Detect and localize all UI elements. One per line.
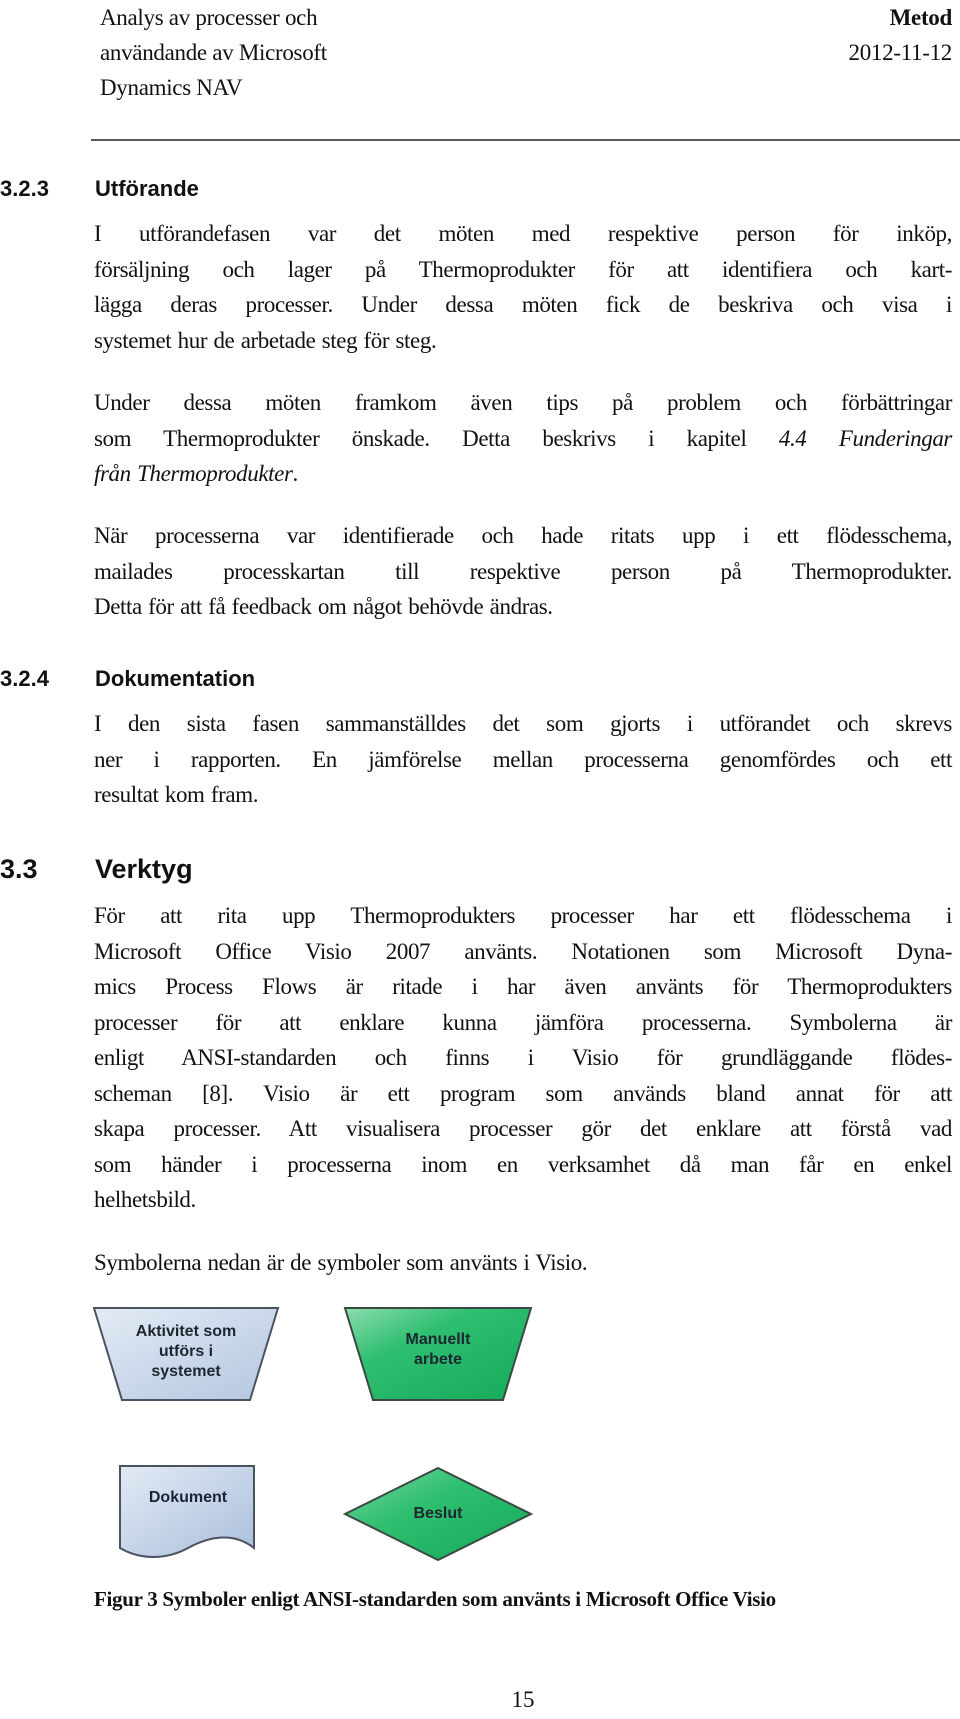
paragraph-utforande-1: I utförandefasen var det möten med respe… [94,216,952,358]
section-title: Utförande [95,176,199,201]
document-title-line: Dynamics NAV [100,75,243,100]
text-line: När processerna var identifierade och ha… [94,523,952,548]
header-meta: Metod 2012-11-12 [848,0,953,70]
manual-work-symbol: Manuellt arbete [343,1306,533,1402]
text-segment: som Thermoprodukter önskade. Detta beskr… [94,425,779,451]
decision-symbol: Beslut [343,1466,533,1562]
ansi-symbols-figure: Aktivitet som utförs i systemet Manuellt… [90,1300,570,1590]
text-line: resultat kom fram. [94,782,259,807]
paragraph-verktyg-2: Symbolerna nedan är de symboler som anvä… [94,1245,952,1281]
section-heading-3-2-4: 3.2.4 Dokumentation [0,666,255,692]
symbol-label: Dokument [118,1488,258,1508]
figure-caption: Figur 3 Symboler enligt ANSI-standarden … [94,1587,776,1611]
document-title: Analys av processer och användande av Mi… [100,0,327,105]
symbol-label-line: Manuellt [405,1331,471,1348]
symbol-label: Manuellt arbete [343,1330,533,1370]
text-line: från Thermoprodukter. [94,456,952,492]
symbol-label-line: Aktivitet som [135,1323,237,1340]
paragraph-utforande-2: Under dessa möten framkom även tips på p… [94,385,952,492]
text-line: helhetsbild. [94,1187,196,1212]
text-line: som händer i processerna inom en verksam… [94,1151,952,1177]
document-title-line: användande av Microsoft [100,40,327,65]
symbol-label: Beslut [343,1504,533,1524]
text-line: mics Process Flows är ritade i har även … [94,974,952,999]
section-heading-3-2-3: 3.2.3 Utförande [0,176,199,202]
text-line: enligt ANSI-standarden och finns i Visio… [94,1045,952,1070]
text-line: lägga deras processer. Under dessa möten… [94,292,952,317]
text-line: I den sista fasen sammanställdes det som… [94,711,952,736]
text-line: Under dessa möten framkom även tips på p… [94,390,952,415]
chapter-reference-cont: från Thermoprodukter [94,461,293,486]
text-line: skapa processer. Att visualisera process… [94,1116,952,1141]
document-shape [119,1465,255,1558]
paragraph-verktyg-1: För att rita upp Thermoprodukters proces… [94,898,952,1218]
chapter-reference: 4.4 Funderingar [778,425,953,451]
text-line: Symbolerna nedan är de symboler som anvä… [94,1250,588,1275]
text-line: Detta för att få feedback om något behöv… [94,594,553,619]
document-date: 2012-11-12 [848,40,953,65]
text-segment: . [292,461,299,486]
symbol-label-line: systemet [151,1363,221,1380]
section-number: 3.3 [0,854,38,884]
text-line: systemet hur de arbetade steg för steg. [94,327,437,353]
text-line: scheman [8]. Visio är ett program som an… [94,1080,952,1106]
system-activity-symbol: Aktivitet som utförs i systemet [92,1306,280,1402]
section-number: 3.2.3 [0,176,49,201]
text-line: som Thermoprodukter önskade. Detta beskr… [94,421,952,457]
section-title: Dokumentation [95,666,256,691]
chapter-name: Metod [889,5,953,30]
page-header: Analys av processer och användande av Mi… [100,0,952,140]
symbol-label-line: utförs i [158,1343,214,1360]
header-divider [91,139,960,141]
section-heading-3-3: 3.3 Verktyg [0,854,193,885]
text-line: Microsoft Office Visio 2007 använts. Not… [94,938,952,964]
text-line: försäljning och lager på Thermoprodukter… [94,256,952,282]
text-line: För att rita upp Thermoprodukters proces… [94,903,952,928]
document-title-line: Analys av processer och [100,5,318,30]
paragraph-utforande-3: När processerna var identifierade och ha… [94,518,952,625]
section-number: 3.2.4 [0,666,49,691]
page-number: 15 [511,1687,535,1712]
symbol-label-line: Beslut [413,1505,463,1522]
symbol-label-line: arbete [413,1351,463,1368]
text-line: ner i rapporten. En jämförelse mellan pr… [94,746,952,772]
symbol-label-line: Dokument [148,1489,228,1506]
text-line: processer för att enklare kunna jämföra … [94,1009,952,1035]
document-symbol: Dokument [118,1464,258,1562]
text-line: mailades processkartan till respektive p… [94,558,952,584]
section-title: Verktyg [95,854,193,884]
text-line: I utförandefasen var det möten med respe… [94,221,952,246]
symbol-label: Aktivitet som utförs i systemet [92,1322,280,1382]
paragraph-dokumentation: I den sista fasen sammanställdes det som… [94,706,952,813]
